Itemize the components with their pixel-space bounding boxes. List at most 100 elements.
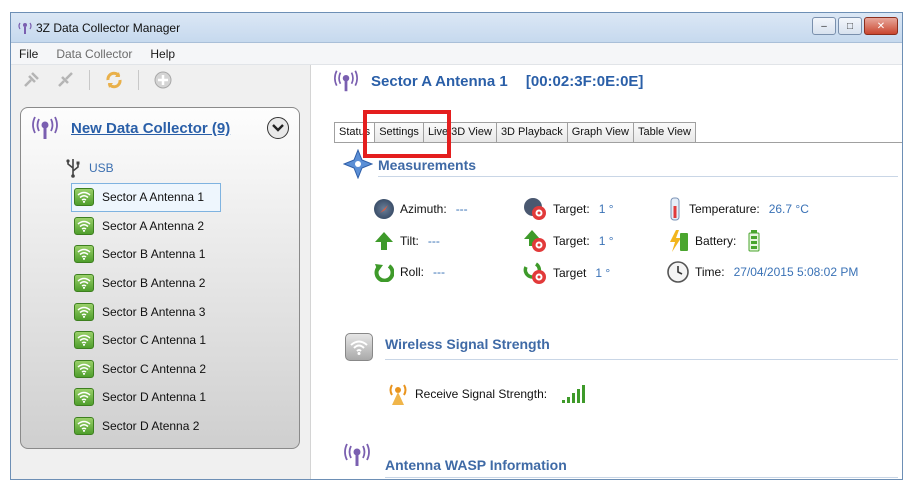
signal-tower-icon [389, 384, 407, 405]
device-label: Sector A Antenna 1 [102, 190, 205, 205]
collapse-button[interactable] [267, 117, 289, 139]
maximize-button[interactable]: □ [838, 17, 862, 35]
device-label: Sector C Antenna 1 [102, 333, 207, 348]
tilt-label: Tilt: [400, 234, 419, 248]
usb-label: USB [89, 161, 114, 175]
title-bar: 3Z Data Collector Manager – □ ✕ [11, 13, 902, 43]
menu-help[interactable]: Help [150, 47, 175, 61]
azimuth-label: Azimuth: [400, 202, 447, 216]
device-label: Sector C Antenna 2 [102, 361, 207, 376]
target-label: Target [553, 266, 587, 280]
connect-icon[interactable] [21, 70, 41, 90]
measurements-title: Measurements [378, 157, 477, 173]
time-field: Time: 27/04/2015 5:08:02 PM [667, 261, 858, 283]
window-title: 3Z Data Collector Manager [36, 21, 181, 35]
target-icon [524, 230, 546, 252]
receive-signal-label: Receive Signal Strength: [415, 387, 548, 401]
temperature-value: 26.7 °C [768, 202, 809, 216]
minimize-button[interactable]: – [812, 17, 836, 35]
toolbar [11, 65, 310, 95]
wifi-icon [74, 388, 94, 407]
device-name: Sector A Antenna 1 [371, 72, 508, 90]
battery-icon [748, 230, 760, 252]
signal-bars-icon [562, 385, 586, 403]
data-collector-group: New Data Collector (9) USB Sector A Ante… [20, 107, 300, 449]
device-item[interactable]: Sector C Antenna 1 [71, 326, 221, 355]
time-label: Time: [695, 265, 725, 279]
device-address: [00:02:3F:0E:0E] [525, 72, 644, 90]
arrow-up-icon [375, 232, 393, 250]
refresh-icon[interactable] [104, 70, 124, 90]
section-divider [378, 176, 898, 177]
device-label: Sector B Antenna 3 [102, 304, 206, 319]
device-item[interactable]: Sector B Antenna 2 [71, 269, 221, 298]
time-value: 27/04/2015 5:08:02 PM [733, 265, 859, 279]
add-icon[interactable] [153, 70, 173, 90]
app-window: 3Z Data Collector Manager – □ ✕ File Dat… [10, 12, 903, 480]
antenna-icon [18, 22, 32, 34]
target-value: 1 ° [595, 266, 611, 280]
tilt-value: --- [427, 234, 440, 248]
rotate-icon [374, 264, 394, 282]
device-item[interactable]: Sector A Antenna 1 [71, 183, 221, 212]
wasp-title: Antenna WASP Information [385, 457, 567, 473]
device-label: Sector A Antenna 2 [102, 218, 205, 233]
target-icon [523, 262, 546, 284]
menu-data-collector[interactable]: Data Collector [56, 47, 132, 61]
disconnect-icon[interactable] [55, 70, 75, 90]
menu-file[interactable]: File [19, 47, 38, 61]
wireless-title: Wireless Signal Strength [385, 336, 550, 352]
device-item[interactable]: Sector D Atenna 2 [71, 412, 221, 441]
device-item[interactable]: Sector D Antenna 1 [71, 383, 221, 412]
tab-graph-view[interactable]: Graph View [566, 122, 634, 142]
target-label: Target: [553, 202, 590, 216]
chevron-down-icon [272, 124, 284, 132]
device-label: Sector B Antenna 1 [102, 247, 206, 262]
target-value: 1 ° [598, 202, 614, 216]
receive-signal-field: Receive Signal Strength: [387, 382, 587, 406]
wifi-icon [74, 245, 94, 264]
device-item[interactable]: Sector B Antenna 3 [71, 297, 221, 326]
tab-table-view[interactable]: Table View [632, 122, 696, 142]
wifi-icon [74, 188, 94, 207]
device-label: Sector B Antenna 2 [102, 276, 206, 291]
collector-panel: New Data Collector (9) USB Sector A Ante… [11, 65, 311, 479]
wifi-icon [74, 302, 94, 321]
tab-3d-playback[interactable]: 3D Playback [495, 122, 568, 142]
section-divider [385, 359, 898, 360]
wifi-icon [74, 274, 94, 293]
roll-target-field: Target 1 ° [523, 261, 610, 285]
device-list: Sector A Antenna 1 Sector A Antenna 2 Sect… [71, 183, 221, 440]
battery-charging-icon [670, 230, 688, 252]
usb-icon [66, 159, 80, 178]
battery-field: Battery: [667, 229, 760, 253]
device-label: Sector D Atenna 2 [102, 419, 200, 434]
device-item[interactable]: Sector B Antenna 1 [71, 240, 221, 269]
antenna-icon [344, 443, 370, 466]
temperature-label: Temperature: [689, 202, 760, 216]
wifi-icon [74, 216, 94, 235]
settings-tab-highlight [363, 110, 451, 158]
temperature-field: Temperature: 26.7 °C [667, 197, 809, 221]
tilt-target-field: Target: 1 ° [523, 229, 614, 253]
wifi-icon [74, 417, 94, 436]
toolbar-separator [89, 70, 90, 90]
section-divider [385, 477, 898, 478]
device-item[interactable]: Sector A Antenna 2 [71, 212, 221, 241]
azimuth-field: Azimuth: --- [374, 199, 468, 219]
battery-label: Battery: [695, 234, 737, 248]
menu-bar: File Data Collector Help [11, 43, 902, 65]
device-label: Sector D Antenna 1 [102, 390, 207, 405]
target-value: 1 ° [598, 234, 614, 248]
collector-title[interactable]: New Data Collector (9) [71, 120, 230, 137]
close-button[interactable]: ✕ [864, 17, 898, 35]
tilt-field: Tilt: --- [374, 231, 440, 251]
azimuth-value: --- [455, 202, 468, 216]
target-icon [524, 198, 546, 220]
compass-icon [374, 199, 394, 219]
device-item[interactable]: Sector C Antenna 2 [71, 355, 221, 384]
wifi-icon [74, 331, 94, 350]
usb-connection[interactable]: USB [65, 158, 114, 178]
thermometer-icon [670, 197, 680, 221]
antenna-icon [334, 70, 358, 92]
